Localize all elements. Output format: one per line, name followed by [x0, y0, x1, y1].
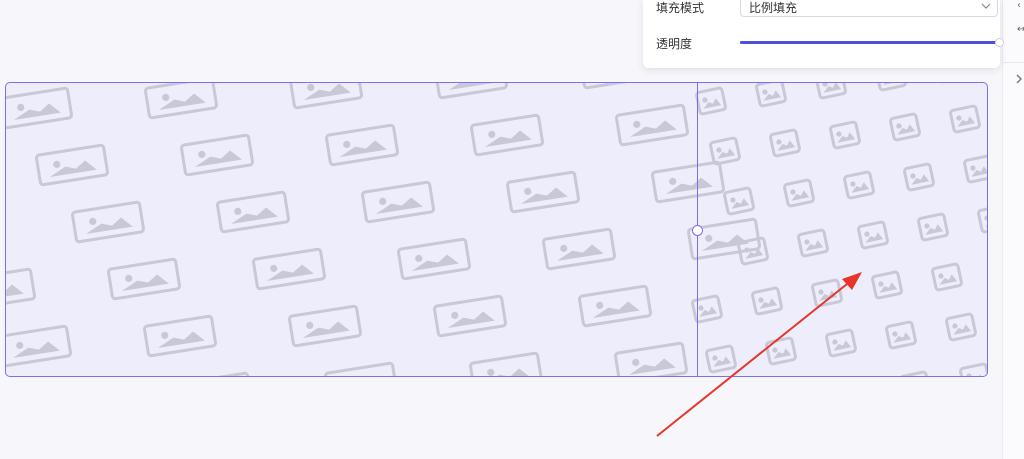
- image-placeholder-icon: [797, 228, 829, 258]
- image-placeholder-icon: [949, 104, 981, 134]
- image-placeholder-icon: [614, 341, 688, 376]
- fill-mode-label: 填充模式: [656, 1, 705, 15]
- opacity-slider-fill: [740, 41, 998, 44]
- split-drag-handle[interactable]: [692, 225, 703, 236]
- image-placeholder-icon: [506, 170, 580, 214]
- image-placeholder-icon: [71, 200, 145, 244]
- image-placeholder-icon: [144, 83, 218, 120]
- chevron-down-icon: [981, 3, 991, 9]
- image-placeholder-icon: [875, 83, 907, 92]
- image-placeholder-icon: [35, 143, 109, 187]
- image-placeholder-icon: [397, 237, 471, 281]
- image-placeholder-icon: [815, 83, 847, 100]
- image-placeholder-icon: [709, 136, 741, 166]
- image-placeholder-icon: [361, 180, 435, 224]
- image-placeholder-icon: [252, 247, 326, 291]
- image-placeholder-icon: [288, 304, 362, 348]
- image-placeholder-icon: [179, 371, 253, 376]
- partial-arrow-icon: ↔: [1017, 24, 1024, 35]
- image-placeholder-icon: [542, 227, 616, 271]
- image-placeholder-icon: [769, 128, 801, 158]
- image-placeholder-icon: [977, 204, 987, 234]
- image-placeholder-icon: [615, 103, 689, 147]
- image-placeholder-icon: [180, 133, 254, 177]
- image-placeholder-icon: [843, 170, 875, 200]
- image-placeholder-icon: [433, 294, 507, 338]
- image-placeholder-icon: [765, 336, 797, 366]
- image-placeholder-icon: [324, 361, 398, 376]
- opacity-label: 透明度: [656, 37, 693, 51]
- image-placeholder-icon: [829, 120, 861, 150]
- chevron-right-icon[interactable]: [1015, 74, 1023, 84]
- fill-mode-value: 比例填充: [749, 1, 798, 15]
- fill-mode-select[interactable]: 比例填充: [740, 0, 998, 17]
- image-placeholder-icon: [470, 113, 544, 157]
- image-placeholder-icon: [578, 284, 652, 328]
- opacity-row: 透明度: [656, 31, 1004, 55]
- image-placeholder-icon: [783, 178, 815, 208]
- image-placeholder-icon: [705, 344, 737, 374]
- image-placeholder-icon: [325, 123, 399, 167]
- image-placeholder-icon: [469, 351, 543, 376]
- image-placeholder-icon: [899, 370, 931, 376]
- image-placeholder-icon: [434, 83, 508, 100]
- image-placeholder-icon: [143, 314, 217, 358]
- background-preview-canvas[interactable]: [5, 82, 988, 377]
- image-placeholder-icon: [723, 186, 755, 216]
- opacity-slider-thumb[interactable]: [995, 38, 1004, 47]
- image-placeholder-icon: [885, 320, 917, 350]
- divider: [1003, 62, 1024, 63]
- image-placeholder-icon: [959, 362, 987, 376]
- image-placeholder-icon: [963, 154, 987, 184]
- opacity-slider[interactable]: [740, 38, 1004, 47]
- image-placeholder-icon: [651, 160, 725, 204]
- partial-icon: ‹: [1017, 0, 1021, 11]
- fill-mode-row: 填充模式 比例填充: [656, 0, 998, 19]
- image-placeholder-icon: [6, 267, 36, 311]
- image-placeholder-icon: [931, 262, 963, 292]
- image-placeholder-icon: [579, 83, 653, 90]
- image-pattern: [6, 83, 987, 376]
- image-placeholder-icon: [945, 312, 977, 342]
- image-placeholder-icon: [903, 162, 935, 192]
- image-placeholder-icon: [825, 328, 857, 358]
- image-placeholder-icon: [871, 270, 903, 300]
- image-placeholder-icon: [917, 212, 949, 242]
- right-side-strip: ‹ ↔: [1002, 0, 1024, 459]
- image-placeholder-icon: [811, 278, 843, 308]
- image-placeholder-icon: [889, 112, 921, 142]
- image-placeholder-icon: [107, 257, 181, 301]
- image-placeholder-icon: [6, 86, 73, 130]
- image-placeholder-icon: [289, 83, 363, 110]
- image-placeholder-icon: [216, 190, 290, 234]
- image-placeholder-icon: [6, 324, 72, 368]
- image-placeholder-icon: [755, 83, 787, 108]
- background-settings-panel: 填充模式 比例填充 透明度: [643, 0, 1004, 68]
- image-placeholder-icon: [857, 220, 889, 250]
- image-placeholder-icon: [695, 86, 727, 116]
- image-placeholder-icon: [751, 286, 783, 316]
